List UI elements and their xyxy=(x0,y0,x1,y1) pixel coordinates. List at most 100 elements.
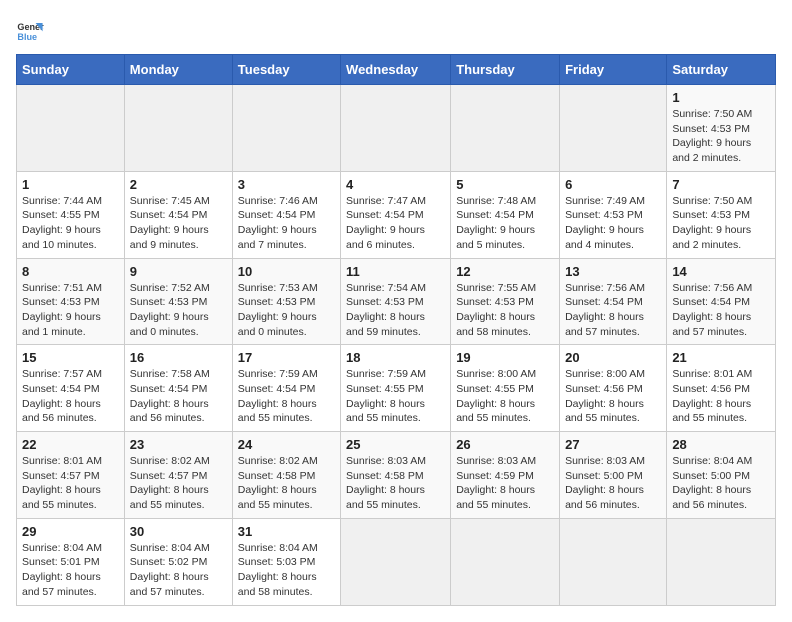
weekday-header-saturday: Saturday xyxy=(667,55,776,85)
svg-text:Blue: Blue xyxy=(17,32,37,42)
day-number: 4 xyxy=(346,177,445,192)
day-info: Sunrise: 7:45 AMSunset: 4:54 PMDaylight:… xyxy=(130,194,227,253)
calendar-cell: 1 Sunrise: 7:44 AMSunset: 4:55 PMDayligh… xyxy=(17,171,125,258)
weekday-header-row: SundayMondayTuesdayWednesdayThursdayFrid… xyxy=(17,55,776,85)
calendar-cell: 5 Sunrise: 7:48 AMSunset: 4:54 PMDayligh… xyxy=(451,171,560,258)
calendar-cell: 1 Sunrise: 7:50 AMSunset: 4:53 PMDayligh… xyxy=(667,85,776,172)
calendar-table: SundayMondayTuesdayWednesdayThursdayFrid… xyxy=(16,54,776,606)
day-info: Sunrise: 7:48 AMSunset: 4:54 PMDaylight:… xyxy=(456,194,554,253)
day-number: 17 xyxy=(238,350,335,365)
weekday-header-monday: Monday xyxy=(124,55,232,85)
calendar-cell: 27 Sunrise: 8:03 AMSunset: 5:00 PMDaylig… xyxy=(560,432,667,519)
calendar-cell: 9 Sunrise: 7:52 AMSunset: 4:53 PMDayligh… xyxy=(124,258,232,345)
day-info: Sunrise: 7:56 AMSunset: 4:54 PMDaylight:… xyxy=(565,281,661,340)
calendar-cell xyxy=(560,518,667,605)
day-info: Sunrise: 8:04 AMSunset: 5:02 PMDaylight:… xyxy=(130,541,227,600)
day-number: 15 xyxy=(22,350,119,365)
calendar-week-row: 1 Sunrise: 7:50 AMSunset: 4:53 PMDayligh… xyxy=(17,85,776,172)
weekday-header-sunday: Sunday xyxy=(17,55,125,85)
calendar-cell: 15 Sunrise: 7:57 AMSunset: 4:54 PMDaylig… xyxy=(17,345,125,432)
day-number: 1 xyxy=(22,177,119,192)
calendar-cell: 25 Sunrise: 8:03 AMSunset: 4:58 PMDaylig… xyxy=(341,432,451,519)
day-number: 26 xyxy=(456,437,554,452)
calendar-week-row: 22 Sunrise: 8:01 AMSunset: 4:57 PMDaylig… xyxy=(17,432,776,519)
day-info: Sunrise: 7:59 AMSunset: 4:54 PMDaylight:… xyxy=(238,367,335,426)
calendar-cell xyxy=(451,518,560,605)
day-number: 1 xyxy=(672,90,770,105)
calendar-cell: 28 Sunrise: 8:04 AMSunset: 5:00 PMDaylig… xyxy=(667,432,776,519)
calendar-cell xyxy=(451,85,560,172)
weekday-header-friday: Friday xyxy=(560,55,667,85)
calendar-cell: 23 Sunrise: 8:02 AMSunset: 4:57 PMDaylig… xyxy=(124,432,232,519)
calendar-cell: 24 Sunrise: 8:02 AMSunset: 4:58 PMDaylig… xyxy=(232,432,340,519)
calendar-cell: 4 Sunrise: 7:47 AMSunset: 4:54 PMDayligh… xyxy=(341,171,451,258)
day-info: Sunrise: 7:51 AMSunset: 4:53 PMDaylight:… xyxy=(22,281,119,340)
calendar-cell: 7 Sunrise: 7:50 AMSunset: 4:53 PMDayligh… xyxy=(667,171,776,258)
calendar-cell xyxy=(124,85,232,172)
day-info: Sunrise: 7:53 AMSunset: 4:53 PMDaylight:… xyxy=(238,281,335,340)
day-number: 28 xyxy=(672,437,770,452)
day-number: 19 xyxy=(456,350,554,365)
day-info: Sunrise: 8:03 AMSunset: 4:58 PMDaylight:… xyxy=(346,454,445,513)
day-number: 22 xyxy=(22,437,119,452)
day-info: Sunrise: 7:57 AMSunset: 4:54 PMDaylight:… xyxy=(22,367,119,426)
calendar-week-row: 29 Sunrise: 8:04 AMSunset: 5:01 PMDaylig… xyxy=(17,518,776,605)
calendar-cell: 20 Sunrise: 8:00 AMSunset: 4:56 PMDaylig… xyxy=(560,345,667,432)
day-info: Sunrise: 8:03 AMSunset: 4:59 PMDaylight:… xyxy=(456,454,554,513)
calendar-week-row: 8 Sunrise: 7:51 AMSunset: 4:53 PMDayligh… xyxy=(17,258,776,345)
calendar-cell: 2 Sunrise: 7:45 AMSunset: 4:54 PMDayligh… xyxy=(124,171,232,258)
calendar-cell: 11 Sunrise: 7:54 AMSunset: 4:53 PMDaylig… xyxy=(341,258,451,345)
day-number: 18 xyxy=(346,350,445,365)
day-number: 8 xyxy=(22,264,119,279)
day-number: 13 xyxy=(565,264,661,279)
logo-icon: General Blue xyxy=(16,16,44,44)
calendar-cell: 22 Sunrise: 8:01 AMSunset: 4:57 PMDaylig… xyxy=(17,432,125,519)
day-number: 20 xyxy=(565,350,661,365)
calendar-cell: 13 Sunrise: 7:56 AMSunset: 4:54 PMDaylig… xyxy=(560,258,667,345)
calendar-cell xyxy=(341,85,451,172)
calendar-cell xyxy=(667,518,776,605)
day-info: Sunrise: 7:50 AMSunset: 4:53 PMDaylight:… xyxy=(672,194,770,253)
day-number: 14 xyxy=(672,264,770,279)
day-number: 7 xyxy=(672,177,770,192)
calendar-cell xyxy=(560,85,667,172)
weekday-header-thursday: Thursday xyxy=(451,55,560,85)
day-info: Sunrise: 8:04 AMSunset: 5:00 PMDaylight:… xyxy=(672,454,770,513)
calendar-cell xyxy=(341,518,451,605)
calendar-cell: 17 Sunrise: 7:59 AMSunset: 4:54 PMDaylig… xyxy=(232,345,340,432)
calendar-cell: 18 Sunrise: 7:59 AMSunset: 4:55 PMDaylig… xyxy=(341,345,451,432)
day-info: Sunrise: 7:49 AMSunset: 4:53 PMDaylight:… xyxy=(565,194,661,253)
day-number: 16 xyxy=(130,350,227,365)
day-info: Sunrise: 7:58 AMSunset: 4:54 PMDaylight:… xyxy=(130,367,227,426)
day-number: 9 xyxy=(130,264,227,279)
day-number: 12 xyxy=(456,264,554,279)
weekday-header-tuesday: Tuesday xyxy=(232,55,340,85)
day-number: 2 xyxy=(130,177,227,192)
day-number: 23 xyxy=(130,437,227,452)
day-info: Sunrise: 8:01 AMSunset: 4:57 PMDaylight:… xyxy=(22,454,119,513)
day-number: 5 xyxy=(456,177,554,192)
day-info: Sunrise: 7:44 AMSunset: 4:55 PMDaylight:… xyxy=(22,194,119,253)
day-info: Sunrise: 8:02 AMSunset: 4:58 PMDaylight:… xyxy=(238,454,335,513)
day-info: Sunrise: 7:46 AMSunset: 4:54 PMDaylight:… xyxy=(238,194,335,253)
day-info: Sunrise: 7:52 AMSunset: 4:53 PMDaylight:… xyxy=(130,281,227,340)
day-info: Sunrise: 8:00 AMSunset: 4:56 PMDaylight:… xyxy=(565,367,661,426)
calendar-cell xyxy=(17,85,125,172)
calendar-cell: 30 Sunrise: 8:04 AMSunset: 5:02 PMDaylig… xyxy=(124,518,232,605)
weekday-header-wednesday: Wednesday xyxy=(341,55,451,85)
day-number: 21 xyxy=(672,350,770,365)
day-number: 10 xyxy=(238,264,335,279)
day-number: 29 xyxy=(22,524,119,539)
calendar-cell: 6 Sunrise: 7:49 AMSunset: 4:53 PMDayligh… xyxy=(560,171,667,258)
calendar-cell: 10 Sunrise: 7:53 AMSunset: 4:53 PMDaylig… xyxy=(232,258,340,345)
day-info: Sunrise: 7:55 AMSunset: 4:53 PMDaylight:… xyxy=(456,281,554,340)
calendar-cell: 16 Sunrise: 7:58 AMSunset: 4:54 PMDaylig… xyxy=(124,345,232,432)
day-number: 27 xyxy=(565,437,661,452)
day-info: Sunrise: 7:50 AMSunset: 4:53 PMDaylight:… xyxy=(672,107,770,166)
day-info: Sunrise: 8:00 AMSunset: 4:55 PMDaylight:… xyxy=(456,367,554,426)
calendar-week-row: 1 Sunrise: 7:44 AMSunset: 4:55 PMDayligh… xyxy=(17,171,776,258)
day-info: Sunrise: 7:56 AMSunset: 4:54 PMDaylight:… xyxy=(672,281,770,340)
day-info: Sunrise: 8:01 AMSunset: 4:56 PMDaylight:… xyxy=(672,367,770,426)
day-info: Sunrise: 8:03 AMSunset: 5:00 PMDaylight:… xyxy=(565,454,661,513)
calendar-cell: 29 Sunrise: 8:04 AMSunset: 5:01 PMDaylig… xyxy=(17,518,125,605)
